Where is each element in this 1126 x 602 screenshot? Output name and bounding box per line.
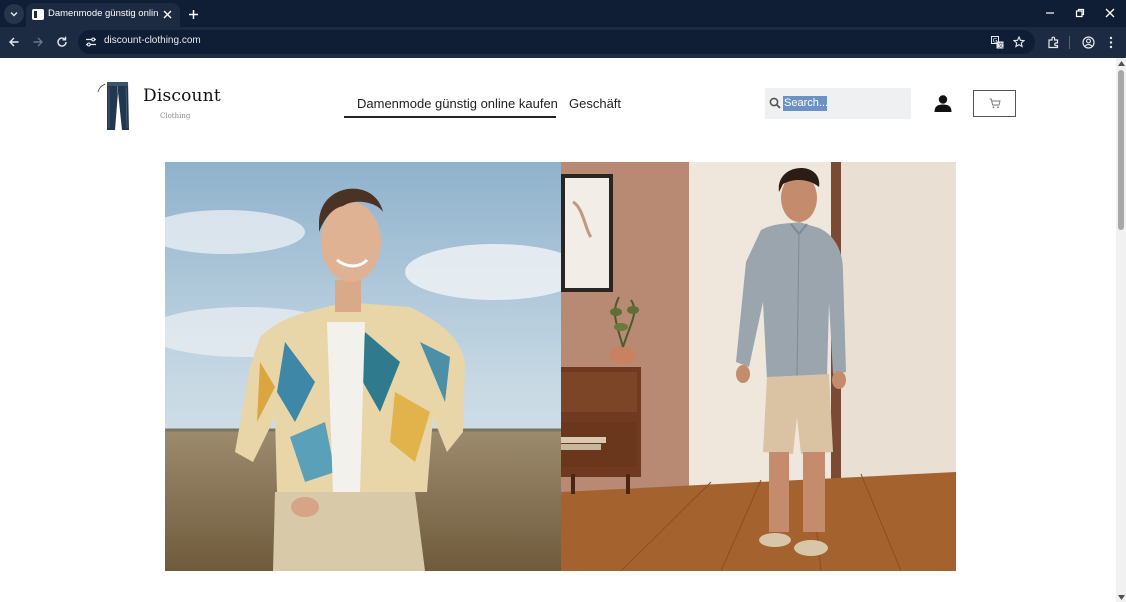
scroll-down-arrow-icon[interactable] [1117, 593, 1125, 601]
site-logo[interactable]: Discount Clothing [97, 80, 221, 132]
site-info-icon[interactable] [84, 35, 98, 49]
restore-icon[interactable] [1066, 3, 1094, 23]
tab-list-icon[interactable] [4, 4, 24, 24]
plus-icon[interactable] [184, 5, 202, 23]
scroll-up-arrow-icon[interactable] [1117, 59, 1125, 67]
forward-icon[interactable] [28, 32, 48, 52]
tab-title: Damenmode günstig online kaufen [48, 8, 158, 19]
hero-image-right [561, 162, 956, 571]
scrollbar-thumb[interactable] [1118, 70, 1124, 230]
close-icon[interactable] [160, 7, 174, 21]
cart-icon [989, 98, 1001, 109]
svg-text:文: 文 [998, 41, 1004, 49]
translate-icon[interactable]: G文 [988, 33, 1006, 51]
toolbar-separator [1069, 36, 1070, 49]
extensions-icon[interactable] [1043, 32, 1063, 52]
url-text[interactable]: discount-clothing.com [104, 35, 201, 46]
close-window-icon[interactable] [1096, 3, 1124, 23]
address-bar[interactable]: discount-clothing.com G文 [78, 30, 1035, 54]
back-icon[interactable] [4, 32, 24, 52]
jeans-logo-icon [97, 82, 129, 130]
cart-button[interactable] [973, 90, 1016, 117]
hero-image-left [165, 162, 561, 571]
nav-active-underline [344, 116, 556, 118]
web-page: Discount Clothing Damenmode günstig onli… [0, 58, 1116, 602]
profile-icon[interactable] [1078, 32, 1098, 52]
browser-toolbar: discount-clothing.com G文 [0, 27, 1126, 58]
favicon-icon [32, 9, 44, 20]
nav-link-geschaeft[interactable]: Geschäft [569, 96, 621, 111]
browser-tab[interactable]: Damenmode günstig online kaufen [26, 3, 180, 27]
page-scrollbar[interactable] [1116, 58, 1126, 602]
search-box[interactable]: Search... [765, 88, 911, 119]
browser-titlebar: Damenmode günstig online kaufen [0, 0, 1126, 27]
search-icon [769, 97, 781, 109]
user-icon[interactable] [934, 95, 952, 112]
menu-icon[interactable] [1101, 32, 1121, 52]
minimize-icon[interactable] [1036, 3, 1064, 23]
logo-name: Discount [143, 86, 221, 106]
reload-icon[interactable] [52, 32, 72, 52]
nav-link-damenmode[interactable]: Damenmode günstig online kaufen [357, 96, 558, 111]
logo-subtitle: Clothing [160, 112, 191, 120]
star-icon[interactable] [1010, 33, 1028, 51]
search-input[interactable]: Search... [783, 96, 828, 111]
